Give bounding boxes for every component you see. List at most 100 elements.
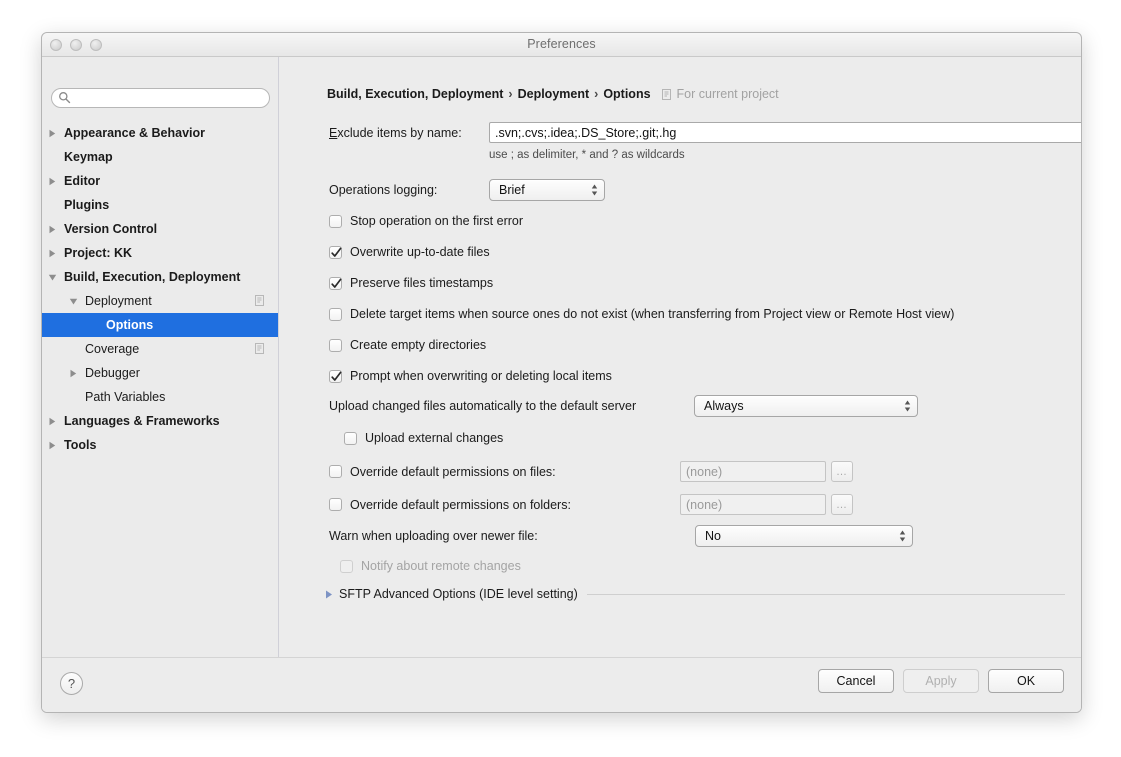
override-folders-row: Override default permissions on folders:…: [329, 494, 853, 515]
search-input[interactable]: [51, 88, 270, 108]
checkbox-box[interactable]: [329, 369, 342, 383]
checkbox-box[interactable]: [329, 338, 342, 352]
cancel-button[interactable]: Cancel: [818, 669, 894, 693]
breadcrumb-part-2[interactable]: Deployment: [518, 87, 590, 101]
chevron-right-icon[interactable]: [48, 129, 57, 138]
warn-newer-row: Warn when uploading over newer file: No: [329, 525, 913, 547]
checkmark-icon: [331, 371, 342, 381]
dialog-buttons: Cancel Apply OK: [818, 669, 1064, 693]
checkbox-preserve-timestamps[interactable]: Preserve files timestamps: [329, 276, 493, 290]
checkbox-box[interactable]: [344, 431, 357, 445]
sidebar-search: [51, 88, 270, 108]
upload-auto-select[interactable]: Always: [694, 395, 918, 417]
chevron-down-icon[interactable]: [48, 273, 57, 282]
checkbox-label: Prompt when overwriting or deleting loca…: [350, 369, 612, 383]
exclude-items-input[interactable]: [489, 122, 1081, 143]
sftp-advanced-section[interactable]: SFTP Advanced Options (IDE level setting…: [325, 587, 1065, 601]
sidebar-item-label: Languages & Frameworks: [64, 414, 220, 428]
sidebar-item-coverage[interactable]: Coverage: [42, 337, 278, 361]
stepper-arrows-icon: [591, 184, 598, 196]
checkbox-override-folders[interactable]: Override default permissions on folders:: [329, 498, 680, 512]
sidebar-item-appearance-behavior[interactable]: Appearance & Behavior: [42, 121, 278, 145]
checkbox-prompt-overwrite-delete[interactable]: Prompt when overwriting or deleting loca…: [329, 369, 612, 383]
warn-newer-select[interactable]: No: [695, 525, 913, 547]
sidebar-item-label: Editor: [64, 174, 101, 188]
override-folders-input[interactable]: (none): [680, 494, 826, 515]
override-files-input[interactable]: (none): [680, 461, 826, 482]
checkmark-icon: [331, 247, 342, 257]
project-scope-icon: [255, 343, 266, 354]
override-folders-browse-button[interactable]: …: [831, 494, 853, 515]
breadcrumb: Build, Execution, Deployment › Deploymen…: [327, 87, 779, 101]
chevron-right-icon[interactable]: [48, 441, 57, 450]
chevron-right-icon[interactable]: [48, 417, 57, 426]
exclude-items-label: Exclude items by name:: [329, 126, 489, 140]
override-files-browse-button[interactable]: …: [831, 461, 853, 482]
checkbox-box[interactable]: [329, 307, 342, 321]
scope-note: For current project: [661, 87, 779, 101]
checkbox-box[interactable]: [329, 214, 342, 228]
sidebar-item-version-control[interactable]: Version Control: [42, 217, 278, 241]
sidebar-item-deployment[interactable]: Deployment: [42, 289, 278, 313]
sidebar-item-build-execution-deployment[interactable]: Build, Execution, Deployment: [42, 265, 278, 289]
warn-newer-label: Warn when uploading over newer file:: [329, 529, 538, 543]
chevron-right-icon[interactable]: [48, 225, 57, 234]
window-titlebar: Preferences: [42, 33, 1081, 57]
chevron-down-icon[interactable]: [69, 297, 78, 306]
checkbox-stop-on-error[interactable]: Stop operation on the first error: [329, 214, 523, 228]
chevron-right-icon[interactable]: [48, 249, 57, 258]
sidebar-item-label: Tools: [64, 438, 97, 452]
checkbox-box[interactable]: [329, 276, 342, 290]
sidebar-item-plugins[interactable]: Plugins: [42, 193, 278, 217]
sidebar-item-debugger[interactable]: Debugger: [42, 361, 278, 385]
sidebar-item-label: Project: KK: [64, 246, 133, 260]
sidebar-item-tools[interactable]: Tools: [42, 433, 278, 457]
operations-logging-row: Operations logging: Brief: [329, 179, 605, 201]
sidebar-item-project-kk[interactable]: Project: KK: [42, 241, 278, 265]
settings-tree: Appearance & Behavior Keymap Editor Plugins…: [42, 121, 278, 457]
checkbox-label: Notify about remote changes: [361, 559, 521, 573]
operations-logging-value: Brief: [499, 183, 525, 197]
sftp-advanced-label: SFTP Advanced Options (IDE level setting…: [339, 587, 578, 601]
checkbox-label: Overwrite up-to-date files: [350, 245, 490, 259]
sidebar-item-label: Path Variables: [85, 390, 166, 404]
checkbox-create-empty-directories[interactable]: Create empty directories: [329, 338, 486, 352]
dialog-footer: ? Cancel Apply OK: [42, 657, 1081, 712]
preferences-window: Preferences Appearance & Behavior Keymap E…: [41, 32, 1082, 713]
sidebar-item-label: Build, Execution, Deployment: [64, 270, 241, 284]
operations-logging-select[interactable]: Brief: [489, 179, 605, 201]
upload-auto-label: Upload changed files automatically to th…: [329, 399, 637, 413]
checkbox-overwrite-up-to-date[interactable]: Overwrite up-to-date files: [329, 245, 490, 259]
sidebar-item-editor[interactable]: Editor: [42, 169, 278, 193]
checkbox-label: Override default permissions on folders:: [350, 497, 571, 512]
apply-button: Apply: [903, 669, 979, 693]
chevron-right-icon[interactable]: [48, 177, 57, 186]
sidebar-item-label: Keymap: [64, 150, 113, 164]
checkbox-box[interactable]: [329, 245, 342, 259]
sidebar-item-options[interactable]: Options: [42, 313, 278, 337]
checkbox-label: Upload external changes: [365, 431, 504, 445]
help-button[interactable]: ?: [60, 672, 83, 695]
scope-note-label: For current project: [676, 87, 779, 101]
sidebar-item-label: Plugins: [64, 198, 110, 212]
sidebar-item-keymap[interactable]: Keymap: [42, 145, 278, 169]
sidebar-item-label: Coverage: [85, 342, 140, 356]
checkbox-box[interactable]: [329, 465, 342, 478]
sidebar-item-label: Version Control: [64, 222, 158, 236]
checkbox-override-files[interactable]: Override default permissions on files:: [329, 465, 680, 479]
checkbox-delete-target-items[interactable]: Delete target items when source ones do …: [329, 307, 954, 321]
sidebar-item-path-variables[interactable]: Path Variables: [42, 385, 278, 409]
stepper-arrows-icon: [899, 530, 906, 542]
chevron-right-icon[interactable]: [69, 369, 78, 378]
section-divider: [586, 593, 1065, 595]
ok-button[interactable]: OK: [988, 669, 1064, 693]
settings-sidebar: Appearance & Behavior Keymap Editor Plugins…: [42, 57, 279, 681]
checkmark-icon: [331, 278, 342, 288]
sidebar-item-languages-frameworks[interactable]: Languages & Frameworks: [42, 409, 278, 433]
sidebar-item-label: Debugger: [85, 366, 140, 380]
checkbox-upload-external-changes[interactable]: Upload external changes: [344, 431, 503, 445]
checkbox-box[interactable]: [329, 498, 342, 511]
breadcrumb-part-1[interactable]: Build, Execution, Deployment: [327, 87, 503, 101]
chevron-right-icon[interactable]: [325, 590, 333, 599]
checkbox-label: Delete target items when source ones do …: [350, 307, 955, 321]
